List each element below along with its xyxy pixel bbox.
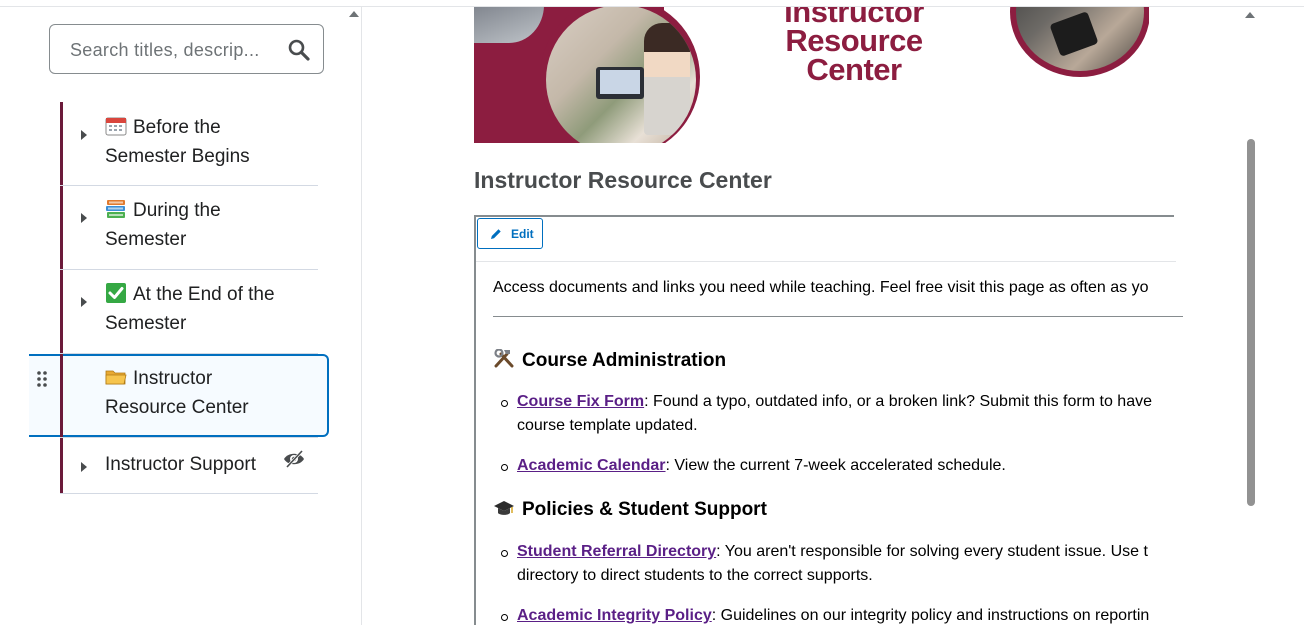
hidden-eye-icon bbox=[284, 449, 304, 469]
student-referral-directory-link[interactable]: Student Referral Directory bbox=[517, 543, 716, 560]
search-input[interactable] bbox=[68, 37, 282, 63]
intro-paragraph: Access documents and links you need whil… bbox=[493, 279, 1149, 296]
list-item-text: course template updated. bbox=[517, 417, 698, 434]
list-item-text: directory to direct students to the corr… bbox=[517, 567, 873, 584]
module-indent-bar bbox=[60, 438, 63, 493]
module-label[interactable]: At the End of the Semester bbox=[105, 280, 275, 338]
folder-icon bbox=[105, 370, 127, 385]
module-label-text: Resource Center bbox=[105, 397, 249, 418]
banner-image: Instructor Resource Center bbox=[474, 7, 1149, 143]
content-viewer: Instructor Resource Center Instructor Re… bbox=[362, 7, 1258, 625]
section-heading-policies: Policies & Student Support bbox=[493, 498, 767, 521]
banner-person bbox=[644, 23, 690, 135]
expand-arrow-icon[interactable] bbox=[81, 130, 87, 140]
banner-laptop-screen bbox=[600, 70, 640, 94]
list-item: Student Referral Directory: You aren't r… bbox=[501, 540, 1148, 588]
module-label[interactable]: Instructor Resource Center bbox=[105, 364, 249, 422]
academic-integrity-policy-link[interactable]: Academic Integrity Policy bbox=[517, 607, 712, 624]
academic-calendar-link[interactable]: Academic Calendar bbox=[517, 457, 666, 474]
section-heading-text: Course Administration bbox=[522, 350, 727, 371]
module-indent-bar bbox=[60, 186, 63, 269]
calendar-icon bbox=[105, 117, 127, 136]
pencil-icon bbox=[491, 229, 501, 239]
list-item-text: : You aren't responsible for solving eve… bbox=[716, 543, 1148, 560]
module-indent-bar bbox=[60, 354, 63, 437]
hammer-wrench-icon bbox=[494, 349, 514, 368]
check-mark-icon bbox=[106, 283, 126, 303]
expand-arrow-icon[interactable] bbox=[81, 297, 87, 307]
module-label-text: At the End of the bbox=[133, 284, 275, 305]
graduation-cap-icon bbox=[494, 501, 514, 515]
list-item-text: : View the current 7-week accelerated sc… bbox=[665, 457, 1006, 474]
main-scrollbar-thumb[interactable] bbox=[1247, 139, 1255, 506]
table-of-contents-panel: Before the Semester Begins During the Seme… bbox=[0, 7, 362, 625]
banner-title: Instructor Resource Center bbox=[774, 7, 934, 87]
module-indent-bar bbox=[60, 270, 63, 353]
section-heading-course-administration: Course Administration bbox=[493, 349, 726, 372]
section-heading-text: Policies & Student Support bbox=[522, 499, 767, 520]
module-label-text: Semester bbox=[105, 313, 187, 334]
module-instructor-resource-center[interactable]: Instructor Resource Center bbox=[60, 354, 318, 438]
module-label-text: Before the bbox=[133, 117, 221, 138]
course-fix-form-link[interactable]: Course Fix Form bbox=[517, 393, 644, 410]
module-label[interactable]: Before the Semester Begins bbox=[105, 113, 250, 171]
books-icon bbox=[106, 200, 125, 218]
module-before-the-semester[interactable]: Before the Semester Begins bbox=[60, 102, 318, 186]
search-icon[interactable] bbox=[287, 38, 311, 62]
edit-button[interactable]: Edit bbox=[477, 218, 543, 249]
module-indent-bar bbox=[60, 102, 63, 185]
banner-circle-frame-right bbox=[1010, 7, 1149, 77]
top-border bbox=[0, 0, 1304, 7]
list-item: Academic Calendar: View the current 7-we… bbox=[501, 454, 1006, 478]
list-item-text: : Guidelines on our integrity policy and… bbox=[711, 607, 1150, 624]
banner-photo-instructor bbox=[546, 7, 696, 143]
search-box bbox=[49, 24, 324, 74]
module-instructor-support[interactable]: Instructor Support bbox=[60, 438, 318, 494]
module-during-the-semester[interactable]: During the Semester bbox=[60, 186, 318, 270]
list-item: Academic Integrity Policy: Guidelines on… bbox=[500, 604, 1150, 625]
list-item-text: : Found a typo, outdated info, or a brok… bbox=[644, 393, 1152, 410]
sidebar-scroll-up-arrow[interactable] bbox=[349, 11, 359, 17]
module-label-text: Semester bbox=[105, 229, 187, 250]
expand-arrow-icon[interactable] bbox=[81, 462, 87, 472]
horizontal-rule bbox=[493, 316, 1183, 317]
list-item: Course Fix Form: Found a typo, outdated … bbox=[501, 390, 1152, 438]
html-content-frame: Edit Access documents and links you need… bbox=[474, 215, 1183, 625]
module-label[interactable]: During the Semester bbox=[105, 196, 221, 254]
module-label-text: During the bbox=[133, 200, 221, 221]
main-scroll-up-arrow[interactable] bbox=[1245, 12, 1255, 18]
divider bbox=[476, 261, 1176, 262]
page-title: Instructor Resource Center bbox=[474, 167, 772, 193]
module-label-text: Instructor bbox=[133, 368, 213, 389]
expand-arrow-icon[interactable] bbox=[81, 213, 87, 223]
banner-title-line: Center bbox=[806, 52, 902, 87]
module-at-the-end-of-the-semester[interactable]: At the End of the Semester bbox=[60, 270, 318, 354]
edit-button-label: Edit bbox=[511, 227, 534, 241]
module-tree: Before the Semester Begins During the Seme… bbox=[60, 102, 318, 494]
module-label-text[interactable]: Instructor Support bbox=[105, 450, 256, 479]
module-label-text: Semester Begins bbox=[105, 146, 250, 167]
drag-handle-icon[interactable] bbox=[36, 370, 48, 394]
